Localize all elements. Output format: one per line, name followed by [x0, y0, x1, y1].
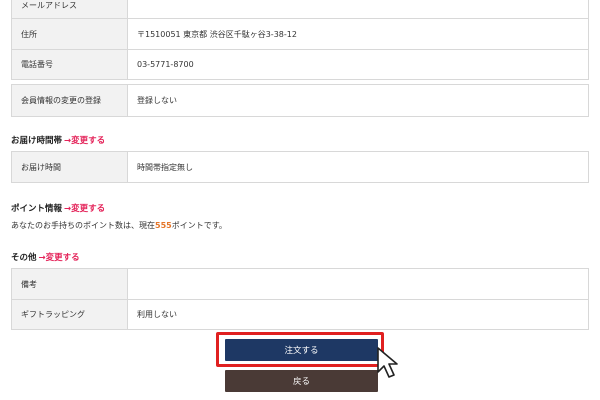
remarks-label: 備考 [11, 268, 128, 300]
table-row: お届け時間 時間帯指定無し [11, 151, 589, 183]
delivery-time-label: お届け時間 [11, 151, 128, 183]
address-value: 〒1510051 東京都 渋谷区千駄ヶ谷3-38-12 [127, 18, 589, 50]
points-change-link[interactable]: →変更する [64, 204, 105, 214]
table-row: 会員情報の変更の登録 登録しない [11, 84, 589, 117]
gift-wrapping-value: 利用しない [127, 299, 589, 330]
email-label: メールアドレス [11, 0, 128, 19]
order-button[interactable]: 注文する [225, 339, 378, 361]
member-update-table: 会員情報の変更の登録 登録しない [11, 84, 589, 117]
table-row: メールアドレス [11, 0, 589, 19]
points-message: あなたのお手持ちのポイント数は、現在555ポイントです。 [11, 220, 227, 231]
phone-label: 電話番号 [11, 49, 128, 80]
delivery-time-value: 時間帯指定無し [127, 151, 589, 183]
points-text-after: ポイントです。 [171, 221, 227, 230]
mouse-pointer-icon [377, 347, 398, 378]
other-change-link[interactable]: →変更する [39, 253, 80, 263]
other-table: 備考 ギフトラッピング 利用しない [11, 268, 589, 330]
member-info-table: メールアドレス 住所 〒1510051 東京都 渋谷区千駄ヶ谷3-38-12 電… [11, 0, 589, 80]
other-section-title: その他 →変更する [11, 251, 80, 263]
back-button[interactable]: 戻る [225, 370, 378, 392]
points-title-text: ポイント情報 [11, 204, 63, 214]
table-row: ギフトラッピング 利用しない [11, 299, 589, 330]
member-update-label: 会員情報の変更の登録 [11, 84, 128, 117]
table-row: 電話番号 03-5771-8700 [11, 49, 589, 80]
gift-wrapping-label: ギフトラッピング [11, 299, 128, 330]
delivery-table: お届け時間 時間帯指定無し [11, 151, 589, 183]
delivery-section-title: お届け時間帯 →変更する [11, 134, 105, 146]
phone-value: 03-5771-8700 [127, 49, 589, 80]
table-row: 住所 〒1510051 東京都 渋谷区千駄ヶ谷3-38-12 [11, 18, 589, 50]
points-text-before: あなたのお手持ちのポイント数は、現在 [11, 221, 155, 230]
table-row: 備考 [11, 268, 589, 300]
delivery-title-text: お届け時間帯 [11, 136, 63, 146]
points-section-title: ポイント情報 →変更する [11, 202, 105, 214]
other-title-text: その他 [11, 253, 37, 263]
points-amount: 555 [155, 221, 172, 230]
email-value [127, 0, 589, 19]
remarks-value [127, 268, 589, 300]
address-label: 住所 [11, 18, 128, 50]
delivery-change-link[interactable]: →変更する [64, 136, 105, 146]
member-update-value: 登録しない [127, 84, 589, 117]
